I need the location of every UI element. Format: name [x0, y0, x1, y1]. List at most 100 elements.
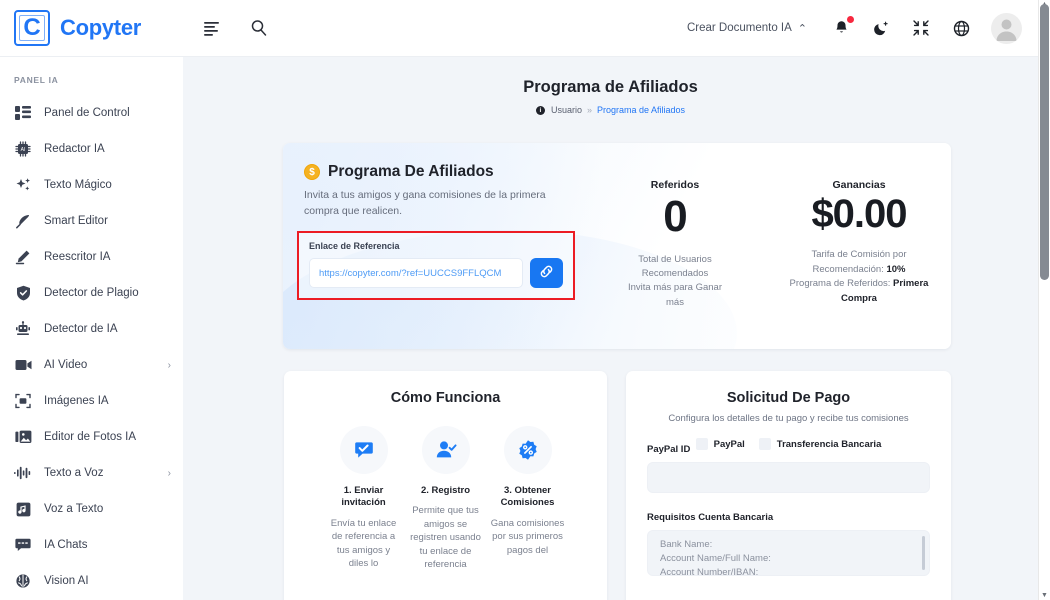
chip-ai-icon: AI [14, 140, 32, 158]
user-circle-icon: i [535, 105, 545, 115]
hamburger-list-icon[interactable] [203, 18, 223, 38]
search-icon[interactable] [249, 18, 269, 38]
step-text: Envía tu enlace de referencia a tus amig… [330, 517, 397, 570]
step-text: Permite que tus amigos se registren usan… [410, 505, 481, 571]
how-it-works-steps: 1. Enviar invitación Envía tu enlace de … [284, 426, 607, 572]
globe-icon[interactable] [951, 18, 971, 38]
paypal-id-field-group: PayPal ID [626, 444, 951, 493]
brain-icon [14, 572, 32, 590]
topbar-right-group: Crear Documento IA ⌃ [687, 12, 1038, 44]
logo-letter: C [23, 14, 41, 41]
sidebar-item-label: Smart Editor [44, 215, 108, 227]
paypal-id-input[interactable] [647, 462, 930, 493]
sparkles-icon [14, 176, 32, 194]
referral-link-value: https://copyter.com/?ref=UUCCS9FFLQCM [319, 267, 502, 279]
sidebar-item-panel-de-control[interactable]: Panel de Control [0, 95, 183, 131]
how-it-works-title: Cómo Funciona [390, 390, 501, 406]
stat-label: Ganancias [832, 179, 886, 191]
sidebar-item-texto-a-voz[interactable]: Texto a Voz › [0, 455, 183, 491]
breadcrumb-current-label[interactable]: Programa de Afiliados [597, 105, 685, 115]
chevron-right-icon[interactable]: › [168, 468, 171, 479]
referral-program-value: Primera [893, 278, 929, 290]
stat-referidos: Referidos 0 Total de Usuarios Recomendad… [583, 179, 767, 349]
stat-note-line: Total de Usuarios [638, 253, 712, 265]
music-note-box-icon [14, 500, 32, 518]
bank-requirements-textarea[interactable]: Bank Name: Account Name/Full Name: Accou… [647, 530, 930, 576]
breadcrumb-home-label[interactable]: Usuario [551, 105, 582, 115]
user-check-icon [435, 439, 457, 461]
sidebar-item-label: Imágenes IA [44, 395, 109, 407]
fullscreen-collapse-icon[interactable] [911, 18, 931, 38]
referral-link-input[interactable]: https://copyter.com/?ref=UUCCS9FFLQCM [309, 258, 523, 289]
user-avatar[interactable] [991, 12, 1022, 44]
page-header: Programa de Afiliados i Usuario » Progra… [183, 57, 1038, 115]
chat-check-icon [353, 439, 375, 461]
sidebar-item-label: Detector de IA [44, 323, 118, 335]
sidebar-item-redactor-ia[interactable]: AI Redactor IA [0, 131, 183, 167]
stat-note-line: Programa de Referidos: Primera [775, 277, 943, 291]
sidebar-section-title: PANEL IA [14, 75, 59, 85]
sidebar-item-ia-chats[interactable]: IA Chats [0, 527, 183, 563]
photo-edit-icon [14, 428, 32, 446]
sidebar-item-label: Redactor IA [44, 143, 105, 155]
bank-requirements-field-group: Requisitos Cuenta Bancaria Bank Name: Ac… [626, 512, 951, 576]
textarea-scrollbar[interactable] [922, 536, 925, 570]
step-title: 1. Enviar invitación [341, 485, 386, 509]
breadcrumb-separator: » [586, 105, 592, 115]
scroll-down-arrow-icon[interactable]: ▼ [1041, 592, 1048, 599]
link-copy-icon [538, 263, 555, 283]
sidebar-item-texto-magico[interactable]: Texto Mágico [0, 167, 183, 203]
paypal-id-label: PayPal ID [647, 444, 691, 455]
hero-stats-panel: Referidos 0 Total de Usuarios Recomendad… [583, 143, 951, 349]
step-3-obtener-comisiones: 3. Obtener Comisiones Gana comisiones po… [491, 426, 565, 572]
sidebar-item-imagenes-ia[interactable]: Imágenes IA [0, 383, 183, 419]
sidebar-item-label: AI Video [44, 359, 88, 371]
notification-bell-icon[interactable] [831, 16, 854, 38]
referral-link-row: https://copyter.com/?ref=UUCCS9FFLQCM [309, 258, 563, 289]
hero-title: Programa De Afiliados [328, 163, 494, 180]
sidebar-item-voz-a-texto[interactable]: Voz a Texto [0, 491, 183, 527]
sidebar-item-reescritor-ia[interactable]: Reescritor IA [0, 239, 183, 275]
sidebar-item-detector-de-plagio[interactable]: Detector de Plagio [0, 275, 183, 311]
feather-pen-icon [14, 212, 32, 230]
stat-ganancias: Ganancias $0.00 Tarifa de Comisión por R… [767, 179, 951, 349]
dark-mode-moon-icon[interactable] [871, 18, 891, 38]
stat-note-line: Compra [775, 292, 943, 306]
chevron-up-icon[interactable]: ⌃ [798, 22, 807, 35]
sidebar-item-label: Texto Mágico [44, 179, 112, 191]
chevron-right-icon[interactable]: › [168, 360, 171, 371]
sidebar-item-label: Voz a Texto [44, 503, 104, 515]
create-document-button[interactable]: Crear Documento IA [687, 22, 792, 34]
referral-program-prefix: Programa de Referidos: [789, 278, 894, 290]
sidebar-item-label: IA Chats [44, 539, 88, 551]
stat-note-line: Tarifa de Comisión por [811, 249, 907, 261]
sidebar-item-vision-ai[interactable]: Vision AI [0, 563, 183, 599]
stat-note-line: Recomendación: 10% [775, 263, 943, 277]
browser-scrollbar[interactable]: ▲ ▼ [1038, 0, 1050, 600]
copy-referral-link-button[interactable] [530, 258, 563, 289]
step-2-registro: 2. Registro Permite que tus amigos se re… [409, 426, 483, 572]
sidebar-item-ai-video[interactable]: AI Video › [0, 347, 183, 383]
stat-note-line: más [666, 296, 684, 308]
payout-title: Solicitud De Pago [726, 390, 851, 406]
stat-note-line: Invita más para Ganar [628, 282, 722, 294]
sidebar-item-detector-de-ia[interactable]: Detector de IA [0, 311, 183, 347]
referral-link-label: Enlace de Referencia [309, 241, 400, 252]
step-title: 3. Obtener Comisiones [500, 485, 555, 509]
bank-requirement-line: Account Name/Full Name: [660, 552, 771, 564]
svg-text:AI: AI [21, 147, 26, 153]
top-navigation-bar: C Copyter Crear Documento IA ⌃ [0, 0, 1038, 57]
chat-bubble-icon [14, 536, 32, 554]
video-camera-icon [14, 356, 32, 374]
brand-logo[interactable]: C Copyter [0, 0, 183, 57]
how-it-works-card: Cómo Funciona 1. Enviar invitación Envía… [284, 371, 607, 600]
sidebar-item-editor-de-fotos-ia[interactable]: Editor de Fotos IA [0, 419, 183, 455]
referral-link-highlight-box: Enlace de Referencia https://copyter.com… [297, 231, 575, 301]
step-text: Gana comisiones por sus primeros pagos d… [490, 517, 565, 556]
scrollbar-thumb[interactable] [1040, 4, 1049, 280]
bank-requirement-line: Account Number/IBAN: [660, 566, 759, 576]
step-icon-bubble [421, 426, 470, 474]
commission-rate-value: 10% [886, 263, 906, 275]
referral-program-value-2: Compra [841, 292, 877, 304]
sidebar-item-smart-editor[interactable]: Smart Editor [0, 203, 183, 239]
